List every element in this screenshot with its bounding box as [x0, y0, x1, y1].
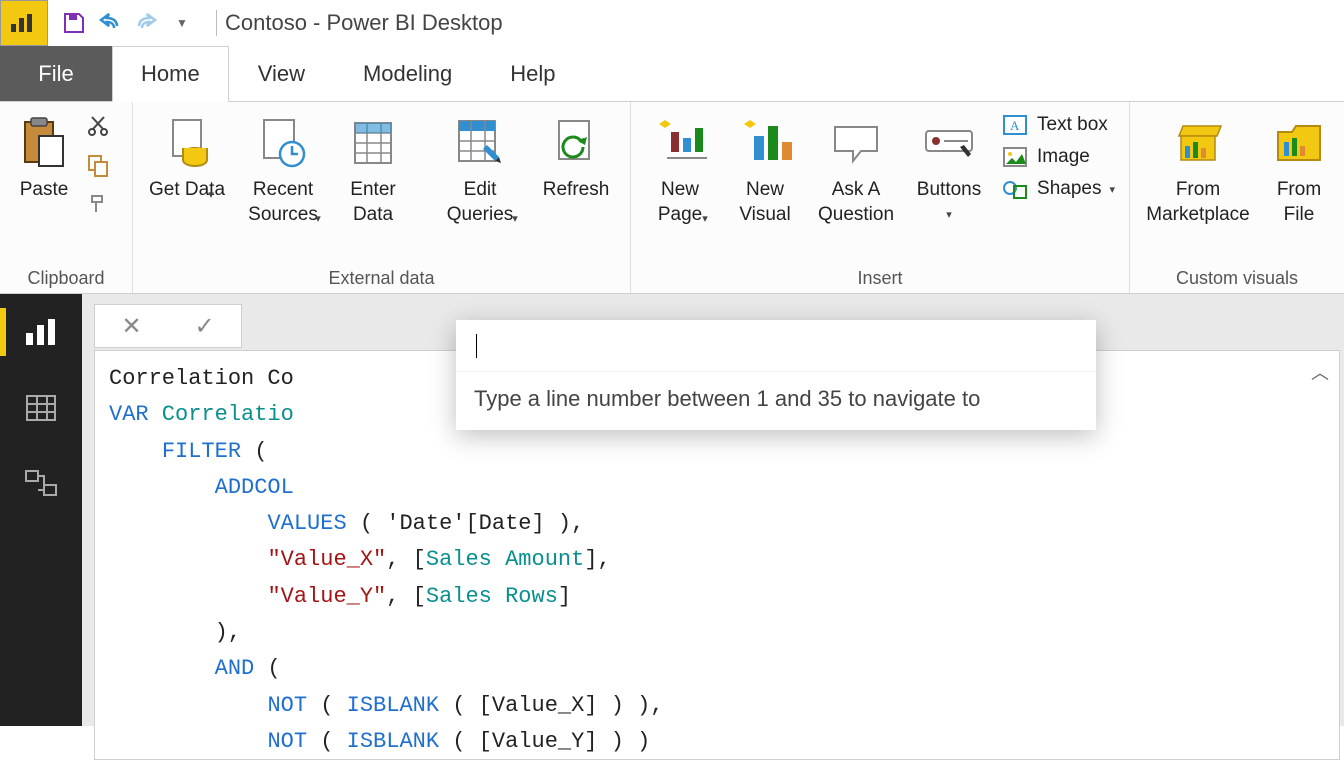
goto-line-popup: Type a line number between 1 and 35 to n… — [456, 320, 1096, 430]
expand-editor-icon[interactable]: ︿ — [1311, 361, 1329, 391]
ribbon: Paste Clipboard Get Data▾ Recent Sources… — [0, 102, 1344, 294]
shapes-icon — [1001, 178, 1029, 200]
shapes-button[interactable]: Shapes ▾ — [997, 176, 1119, 202]
paste-button[interactable]: Paste — [10, 110, 78, 203]
separator — [216, 10, 217, 36]
from-file-button[interactable]: From File — [1264, 110, 1334, 227]
paste-label: Paste — [20, 178, 69, 203]
goto-line-hint: Type a line number between 1 and 35 to n… — [456, 372, 1096, 430]
goto-line-input[interactable] — [456, 320, 1096, 372]
from-marketplace-button[interactable]: From Marketplace — [1140, 110, 1256, 227]
clipboard-small-buttons — [86, 110, 110, 219]
enter-data-button[interactable]: Enter Data — [335, 110, 411, 227]
tab-help[interactable]: Help — [481, 46, 584, 101]
svg-text:A: A — [1010, 118, 1020, 133]
image-icon — [1001, 146, 1029, 168]
group-label-clipboard: Clipboard — [10, 264, 122, 289]
group-external-data: Get Data▾ Recent Sources▾ Enter Data Edi… — [133, 102, 631, 293]
undo-icon[interactable] — [96, 9, 124, 37]
tab-home[interactable]: Home — [112, 46, 229, 102]
group-label-custom: Custom visuals — [1140, 264, 1334, 289]
left-nav — [0, 294, 82, 726]
group-clipboard: Paste Clipboard — [0, 102, 133, 293]
format-painter-icon[interactable] — [86, 192, 110, 219]
edit-queries-button[interactable]: Edit Queries▾ — [436, 110, 524, 227]
group-insert: New Page▾ New Visual Ask A Question Butt… — [631, 102, 1130, 293]
copy-icon[interactable] — [86, 153, 110, 180]
commit-formula-icon[interactable]: ✓ — [194, 312, 214, 341]
qat-dropdown-icon[interactable]: ▼ — [168, 9, 196, 37]
buttons-button[interactable]: Buttons▾ — [909, 110, 989, 222]
quick-access-toolbar: ▼ — [48, 9, 208, 37]
text-box-button[interactable]: A Text box — [997, 112, 1119, 138]
cut-icon[interactable] — [86, 114, 110, 141]
title-bar: ▼ Contoso - Power BI Desktop — [0, 0, 1344, 46]
nav-data-icon[interactable] — [13, 384, 69, 432]
tab-view[interactable]: View — [229, 46, 334, 101]
app-title: Contoso - Power BI Desktop — [225, 10, 503, 36]
cancel-formula-icon[interactable]: ✕ — [121, 312, 141, 341]
tab-modeling[interactable]: Modeling — [334, 46, 481, 101]
group-label-insert: Insert — [641, 264, 1119, 289]
new-visual-button[interactable]: New Visual — [727, 110, 803, 227]
nav-report-icon[interactable] — [13, 308, 69, 356]
get-data-button[interactable]: Get Data▾ — [143, 110, 231, 202]
redo-icon[interactable] — [132, 9, 160, 37]
tab-file[interactable]: File — [0, 46, 112, 101]
group-label-external: External data — [143, 264, 620, 289]
group-custom-visuals: From Marketplace From File Custom visual… — [1130, 102, 1344, 293]
app-logo-icon — [0, 0, 48, 46]
new-page-button[interactable]: New Page▾ — [641, 110, 719, 227]
ribbon-tabs: File Home View Modeling Help — [0, 46, 1344, 102]
ask-question-button[interactable]: Ask A Question — [811, 110, 901, 227]
text-box-icon: A — [1001, 114, 1029, 136]
recent-sources-button[interactable]: Recent Sources▾ — [239, 110, 327, 227]
image-button[interactable]: Image — [997, 144, 1119, 170]
dropdown-caret-icon: ▾ — [208, 188, 214, 202]
nav-model-icon[interactable] — [13, 460, 69, 508]
save-icon[interactable] — [60, 9, 88, 37]
refresh-button[interactable]: Refresh — [532, 110, 620, 203]
